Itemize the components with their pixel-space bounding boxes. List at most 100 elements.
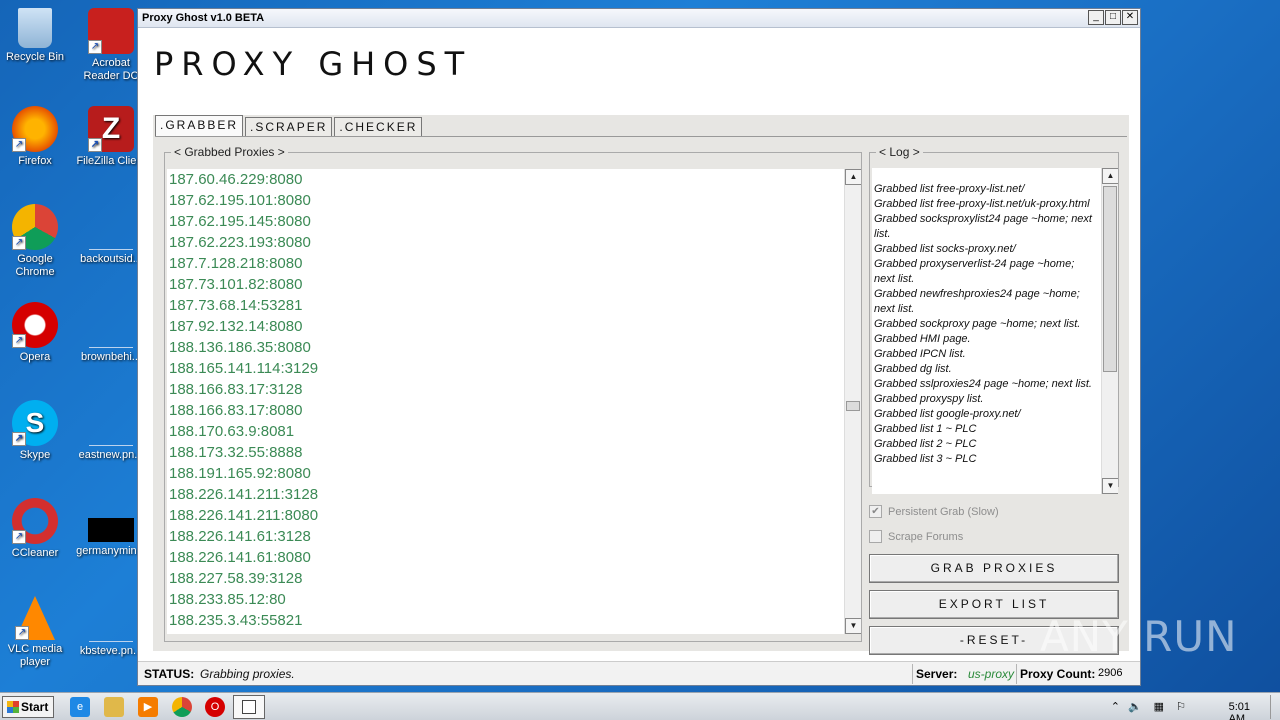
status-bar: STATUS: Grabbing proxies. Server: us-pro… [138,661,1140,685]
scroll-up-icon[interactable]: ▲ [845,169,861,185]
network-icon[interactable]: ▦ [1154,700,1164,713]
proxy-list-item[interactable]: 187.73.101.82:8080 [167,274,861,295]
proxy-list-item[interactable]: 188.173.32.55:8888 [167,442,861,463]
image-file-icon[interactable]: germanymin... [76,498,146,558]
proxy-list-item[interactable]: 188.166.83.17:8080 [167,400,861,421]
log-line: Grabbed newfreshproxies24 page ~home; ne… [874,288,1080,315]
grabbed-proxies-legend: < Grabbed Proxies > [174,145,285,159]
file-icon[interactable]: kbsteve.pn... [76,596,146,658]
checkbox-box-icon[interactable] [869,530,882,543]
file-icon[interactable]: backoutsid... [76,204,146,266]
file-icon[interactable]: brownbehi... [76,302,146,364]
vlc-label: VLC media player [7,643,63,668]
grab-proxies-button[interactable]: GRAB PROXIES [869,554,1119,583]
clock[interactable]: 5:01 AM [1229,701,1250,720]
scroll-down-icon[interactable]: ▼ [845,618,861,634]
proxy-list-item[interactable]: 188.226.141.211:8080 [167,505,861,526]
show-desktop-button[interactable] [1270,695,1280,719]
proxies-scrollbar[interactable]: ▲ ▼ [844,169,861,634]
app-heading: PROXY GHOST [154,45,473,83]
proxy-list-item[interactable]: 187.62.223.193:8080 [167,232,861,253]
log-box[interactable]: Grabbed list free-proxy-list.net/Grabbed… [872,168,1118,494]
log-line: Grabbed sslproxies24 page ~home; next li… [874,378,1092,390]
scroll-thumb[interactable] [1103,186,1117,372]
proxy-list-item[interactable]: 188.165.141.114:3129 [167,358,861,379]
grabber-panel: < Grabbed Proxies > 187.60.46.229:8080 18… [155,136,1127,655]
ie-icon[interactable]: e [70,697,90,717]
ccleaner-icon[interactable]: ↗ CCleaner [0,498,70,560]
file-icon[interactable]: eastnew.pn... [76,400,146,462]
file-label: backoutsid... [80,253,142,265]
close-icon[interactable]: ✕ [1122,10,1138,25]
file-label: kbsteve.pn... [79,645,143,657]
proxy-list-item[interactable]: 188.226.141.61:8080 [167,547,861,568]
persistent-grab-label: Persistent Grab (Slow) [888,505,999,518]
tab-grabber[interactable]: .GRABBER [155,115,244,137]
log-line: Grabbed list 2 ~ PLC [874,438,977,450]
title-bar[interactable]: Proxy Ghost v1.0 BETA _ □ ✕ [138,9,1140,28]
opera-icon[interactable]: ↗ Opera [0,302,70,364]
scroll-up-icon[interactable]: ▲ [1102,168,1118,184]
proxy-list-item[interactable]: 187.62.195.101:8080 [167,190,861,211]
proxy-list-item[interactable]: 188.233.85.12:80 [167,589,861,610]
checkbox-check-icon[interactable]: ✔ [869,505,882,518]
filezilla-label: FileZilla Client [76,155,146,167]
acrobat-reader-icon[interactable]: ↗ Acrobat Reader DC [76,8,146,83]
tab-scraper[interactable]: .SCRAPER [245,117,333,137]
log-scrollbar[interactable]: ▲ ▼ [1101,168,1118,494]
log-line: Grabbed list free-proxy-list.net/ [874,183,1025,195]
tab-checker[interactable]: .CHECKER [334,117,423,137]
log-line: Grabbed proxyserverlist-24 page ~home; n… [874,258,1075,285]
proxy-list-item[interactable]: 188.170.63.9:8081 [167,421,861,442]
proxy-list-item[interactable]: 187.73.68.14:53281 [167,295,861,316]
skype-icon[interactable]: S ↗ Skype [0,400,70,462]
scroll-thumb[interactable] [846,401,860,411]
scrape-forums-checkbox[interactable]: Scrape Forums [869,530,963,543]
log-line: Grabbed dg list. [874,363,952,375]
filezilla-icon[interactable]: Z ↗ FileZilla Client [76,106,146,168]
opera-label: Opera [19,351,51,363]
scrape-forums-label: Scrape Forums [888,530,964,543]
proxies-listbox[interactable]: 187.60.46.229:8080 187.62.195.101:8080 187… [167,169,861,634]
proxy-ghost-window: Proxy Ghost v1.0 BETA _ □ ✕ PROXY GHOST … [137,8,1141,686]
recycle-bin-icon[interactable]: Recycle Bin [0,8,70,64]
proxy-list-item[interactable]: 187.60.46.229:8080 [167,169,861,190]
image-file-label: germanymin... [76,545,146,557]
persistent-grab-checkbox[interactable]: ✔ Persistent Grab (Slow) [869,505,999,518]
explorer-icon[interactable] [104,697,124,717]
log-line: Grabbed sockproxy page ~home; next list. [874,318,1081,330]
proxy-list-item[interactable]: 188.136.186.35:8080 [167,337,861,358]
chrome-label: Google Chrome [15,253,55,278]
tray-expand-icon[interactable]: ⌃ [1111,700,1120,713]
proxy-list-item[interactable]: 187.62.195.145:8080 [167,211,861,232]
opera-taskbar-icon[interactable]: O [205,697,225,717]
proxy-ghost-taskbar-button[interactable] [233,695,265,719]
firefox-label: Firefox [18,155,52,167]
proxy-list-item[interactable]: 188.226.141.61:3128 [167,526,861,547]
minimize-icon[interactable]: _ [1088,10,1104,25]
watermark: ANY RUN [1040,612,1238,661]
proxy-list-item[interactable]: 188.227.58.39:3128 [167,568,861,589]
firefox-icon[interactable]: ↗ Firefox [0,106,70,168]
proxy-list-item[interactable]: 187.92.132.14:8080 [167,316,861,337]
media-player-icon[interactable]: ▶ [138,697,158,717]
proxy-list-item[interactable]: 188.166.83.17:3128 [167,379,861,400]
windows-logo-icon [7,701,19,713]
proxy-list-item[interactable]: 188.226.141.211:3128 [167,484,861,505]
status-label: STATUS: [144,667,195,681]
volume-icon[interactable]: 🔈 [1128,700,1142,713]
action-center-flag-icon[interactable]: ⚐ [1176,700,1186,713]
maximize-icon[interactable]: □ [1105,10,1121,25]
proxy-list-item[interactable]: 188.191.165.92:8080 [167,463,861,484]
proxy-list-item[interactable]: 187.7.128.218:8080 [167,253,861,274]
start-button[interactable]: Start [2,696,54,718]
file-label: brownbehi... [81,351,141,363]
proxy-count-value: 2906 [1098,667,1123,679]
vlc-icon[interactable]: ↗ VLC media player [0,596,70,669]
chrome-taskbar-icon[interactable] [172,697,192,717]
chrome-icon[interactable]: ↗ Google Chrome [0,204,70,279]
proxy-count-label: Proxy Count: [1020,667,1096,681]
log-line: Grabbed proxyspy list. [874,393,984,405]
scroll-down-icon[interactable]: ▼ [1102,478,1118,494]
proxy-list-item[interactable]: 188.235.3.43:55821 [167,610,861,631]
